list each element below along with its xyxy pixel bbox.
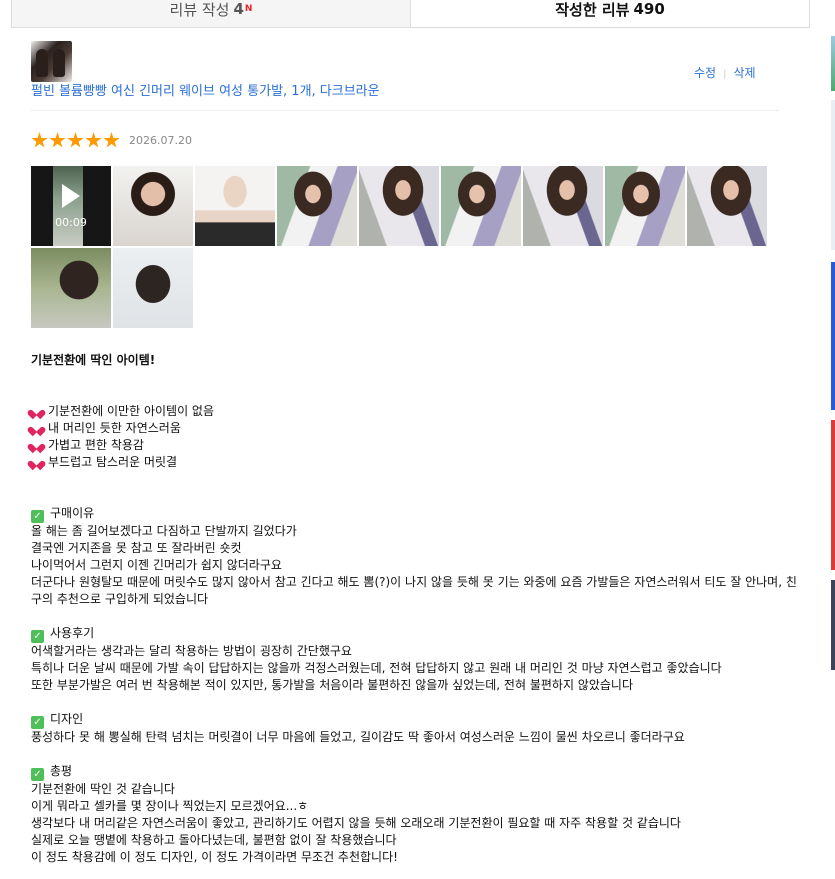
review-headline: 기분전환에 딱인 아이템! bbox=[31, 353, 156, 367]
body-line: 특히나 더운 날씨 때문에 가발 속이 답답하지는 않을까 걱정스러웠는데, 전… bbox=[31, 661, 722, 675]
body-line: 결국엔 거지존을 못 참고 또 잘라버린 숏컷 bbox=[31, 541, 242, 555]
tab-written-reviews[interactable]: 작성한 리뷰 490 bbox=[411, 0, 810, 28]
delete-review-button[interactable]: 삭제 bbox=[733, 66, 755, 80]
body-line: 어색할거라는 생각과는 달리 착용하는 방법이 굉장히 간단했구요 bbox=[31, 644, 352, 658]
highlight-item: 가볍고 편한 착용감 bbox=[31, 437, 806, 454]
review-photo[interactable] bbox=[31, 248, 111, 328]
review-content: 기분전환에 딱인 아이템! 기분전환에 이만한 아이템이 없음 내 머리인 듯한… bbox=[31, 352, 806, 866]
product-name-link[interactable]: 펄빈 볼륨빵빵 여신 긴머리 웨이브 여성 통가발, 1개, 다크브라운 bbox=[31, 80, 380, 99]
play-icon bbox=[62, 184, 80, 208]
section-title: ✓ 디자인 bbox=[31, 711, 806, 729]
tab-write-review-count: 4 bbox=[233, 0, 244, 18]
product-image[interactable] bbox=[31, 41, 72, 82]
section-title: ✓ 총평 bbox=[31, 763, 806, 781]
heart-icon bbox=[31, 406, 42, 416]
review-photo[interactable] bbox=[195, 166, 275, 246]
divider bbox=[31, 110, 779, 111]
review-photo[interactable] bbox=[277, 166, 357, 246]
body-line: 나이먹어서 그런지 이젠 긴머리가 쉽지 않더라구요 bbox=[31, 558, 282, 572]
review-photo[interactable] bbox=[113, 248, 193, 328]
rating-row: 2026.07.20 bbox=[31, 132, 192, 149]
check-icon: ✓ bbox=[31, 510, 44, 523]
heart-icon bbox=[31, 457, 42, 467]
tab-written-reviews-label: 작성한 리뷰 bbox=[555, 0, 630, 19]
body-line: 생각보다 내 머리같은 자연스러움이 좋았고, 관리하기도 어렵지 않을 듯해 … bbox=[31, 816, 681, 830]
body-line: 또한 부분가발은 여러 번 착용해본 적이 있지만, 통가발을 처음이라 불편하… bbox=[31, 678, 633, 692]
highlight-text: 가볍고 편한 착용감 bbox=[48, 438, 144, 452]
highlight-text: 내 머리인 듯한 자연스러움 bbox=[48, 421, 181, 435]
section-title: ✓ 사용후기 bbox=[31, 625, 806, 643]
review-actions: 수정 | 삭제 bbox=[694, 64, 756, 81]
edit-review-button[interactable]: 수정 bbox=[694, 66, 716, 80]
body-line: 풍성하다 못 해 뽕실해 탄력 넘치는 머릿결이 너무 마음에 들었고, 길이감… bbox=[31, 730, 685, 744]
side-widget[interactable] bbox=[831, 580, 835, 670]
highlight-text: 부드럽고 탐스러운 머릿결 bbox=[48, 455, 178, 469]
tab-write-review[interactable]: 리뷰 작성 4N bbox=[11, 0, 411, 28]
review-photo[interactable] bbox=[605, 166, 685, 246]
action-divider: | bbox=[723, 69, 727, 80]
check-icon: ✓ bbox=[31, 768, 44, 781]
star-icon bbox=[49, 132, 66, 148]
star-icon bbox=[85, 132, 102, 148]
review-tabs: 리뷰 작성 4N 작성한 리뷰 490 bbox=[11, 0, 810, 28]
star-icon bbox=[31, 132, 48, 148]
body-line: 실제로 오늘 땡볕에 착용하고 돌아다녔는데, 불편함 없이 잘 착용했습니다 bbox=[31, 833, 397, 847]
check-icon: ✓ bbox=[31, 716, 44, 729]
check-icon: ✓ bbox=[31, 630, 44, 643]
body-line: 이게 뭐라고 셀카를 몇 장이나 찍었는지 모르겠어요...ㅎ bbox=[31, 799, 309, 813]
section-title-text: 사용후기 bbox=[50, 626, 95, 640]
review-photo[interactable] bbox=[441, 166, 521, 246]
star-icon bbox=[67, 132, 84, 148]
section-title-text: 총평 bbox=[50, 764, 73, 778]
highlight-item: 기분전환에 이만한 아이템이 없음 bbox=[31, 403, 806, 420]
review-photo[interactable] bbox=[113, 166, 193, 246]
tab-written-reviews-count: 490 bbox=[633, 0, 665, 18]
side-widget[interactable] bbox=[831, 100, 835, 250]
video-duration: 00:09 bbox=[55, 216, 87, 229]
product-thumbnail[interactable] bbox=[31, 41, 72, 82]
new-badge: N bbox=[244, 4, 253, 14]
highlight-item: 내 머리인 듯한 자연스러움 bbox=[31, 420, 806, 437]
side-widget[interactable] bbox=[831, 36, 835, 91]
side-widget[interactable] bbox=[831, 420, 835, 570]
body-line: 올 해는 좀 길어보겠다고 다짐하고 단발까지 길었다가 bbox=[31, 524, 297, 538]
highlight-text: 기분전환에 이만한 아이템이 없음 bbox=[48, 404, 215, 418]
body-line: 더군다나 원형탈모 때문에 머릿수도 많지 않아서 참고 긴다고 해도 뽐(?)… bbox=[31, 575, 797, 606]
review-photo[interactable] bbox=[687, 166, 767, 246]
highlight-item: 부드럽고 탐스러운 머릿결 bbox=[31, 454, 806, 471]
side-widget[interactable] bbox=[831, 262, 835, 410]
star-icon bbox=[103, 132, 120, 148]
section-title-text: 디자인 bbox=[50, 712, 84, 726]
tab-write-review-label: 리뷰 작성 bbox=[169, 0, 230, 19]
review-photo[interactable] bbox=[359, 166, 439, 246]
review-video-thumbnail[interactable]: 00:09 bbox=[31, 166, 111, 246]
section-title-text: 구매이유 bbox=[50, 506, 95, 520]
review-date: 2026.07.20 bbox=[129, 134, 192, 147]
review-photo[interactable] bbox=[523, 166, 603, 246]
body-line: 기분전환에 딱인 것 같습니다 bbox=[31, 782, 175, 796]
heart-icon bbox=[31, 423, 42, 433]
section-title: ✓ 구매이유 bbox=[31, 505, 806, 523]
heart-icon bbox=[31, 440, 42, 450]
body-line: 이 정도 착용감에 이 정도 디자인, 이 정도 가격이라면 무조건 추천합니다… bbox=[31, 850, 398, 864]
